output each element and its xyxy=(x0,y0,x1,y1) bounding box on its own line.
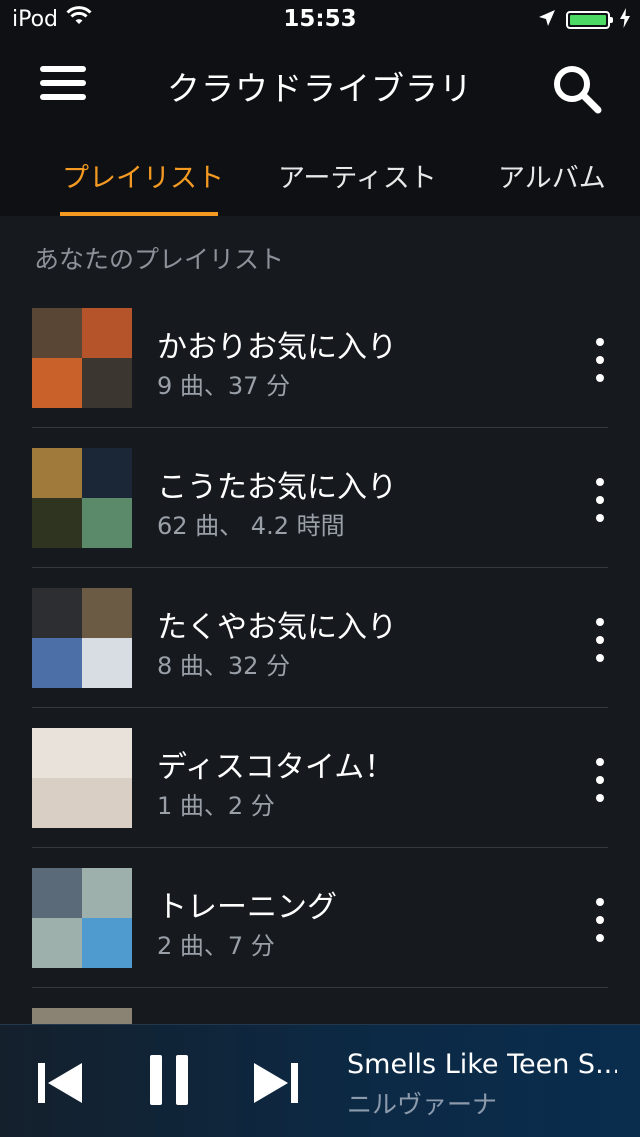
track-title: Smells Like Teen S... xyxy=(347,1049,617,1080)
art-tile xyxy=(32,638,82,688)
pause-icon xyxy=(150,1055,188,1105)
app-header: クラウドライブラリ プレイリスト アーティスト アルバム xyxy=(0,40,640,216)
playlist-info: 8 曲、32 分 xyxy=(157,652,291,680)
art-tile xyxy=(82,308,132,358)
playlist-artwork xyxy=(32,448,132,548)
now-playing-bar[interactable]: Smells Like Teen S... ニルヴァーナ xyxy=(0,1024,640,1137)
tab-artists[interactable]: アーティスト xyxy=(278,156,437,216)
playlist-info: 1 曲、2 分 xyxy=(157,792,275,820)
playlist-info: 62 曲、 4.2 時間 xyxy=(157,512,345,540)
playlist-artwork xyxy=(32,308,132,408)
art-tile xyxy=(82,638,132,688)
search-icon xyxy=(554,66,602,114)
art-tile xyxy=(82,868,132,918)
previous-icon xyxy=(38,1063,82,1103)
more-options-icon[interactable] xyxy=(590,898,610,942)
tab-bar: プレイリスト アーティスト アルバム xyxy=(0,150,640,216)
tab-albums[interactable]: アルバム xyxy=(498,156,606,216)
section-heading: あなたのプレイリスト xyxy=(34,245,285,274)
art-tile xyxy=(82,588,132,638)
playlist-row[interactable]: かおりお気に入り 9 曲、37 分 xyxy=(0,288,640,428)
playlist-info: 2 曲、7 分 xyxy=(157,932,275,960)
playlist-title: トレーニング xyxy=(157,890,337,925)
playlist-title: こうたお気に入り xyxy=(157,470,397,505)
art-tile xyxy=(82,778,132,828)
art-tile xyxy=(32,448,82,498)
playlist-artwork xyxy=(32,588,132,688)
more-options-icon[interactable] xyxy=(590,338,610,382)
active-tab-indicator xyxy=(60,212,218,216)
next-button[interactable] xyxy=(252,1061,300,1109)
track-artist: ニルヴァーナ xyxy=(347,1090,498,1119)
battery-icon xyxy=(566,11,613,29)
art-tile xyxy=(32,308,82,358)
playlist-artwork xyxy=(32,868,132,968)
more-options-icon[interactable] xyxy=(590,758,610,802)
playlist-row[interactable]: たくやお気に入り 8 曲、32 分 xyxy=(0,568,640,708)
art-tile xyxy=(82,728,132,778)
pause-button[interactable] xyxy=(148,1053,190,1111)
art-tile xyxy=(32,778,82,828)
art-tile xyxy=(32,588,82,638)
art-tile xyxy=(32,868,82,918)
location-icon xyxy=(538,9,556,31)
art-tile xyxy=(82,498,132,548)
charging-icon xyxy=(620,8,630,32)
next-icon xyxy=(254,1063,298,1103)
playlist-title: ディスコタイム！ xyxy=(157,750,395,785)
playlist-artwork xyxy=(32,728,132,828)
art-tile xyxy=(32,728,82,778)
more-options-icon[interactable] xyxy=(590,478,610,522)
more-options-icon[interactable] xyxy=(590,618,610,662)
playlist-row[interactable]: こうたお気に入り 62 曲、 4.2 時間 xyxy=(0,428,640,568)
playlist-title: たくやお気に入り xyxy=(157,610,397,645)
art-tile xyxy=(82,448,132,498)
playlist-info: 9 曲、37 分 xyxy=(157,372,291,400)
art-tile xyxy=(82,358,132,408)
art-tile xyxy=(32,358,82,408)
art-tile xyxy=(82,918,132,968)
page-title: クラウドライブラリ xyxy=(167,69,473,108)
art-tile xyxy=(32,498,82,548)
status-right xyxy=(538,8,630,32)
previous-button[interactable] xyxy=(36,1061,84,1109)
tab-playlists[interactable]: プレイリスト xyxy=(62,156,224,216)
status-bar: iPod 15:53 xyxy=(0,0,640,40)
playlist-row[interactable]: トレーニング 2 曲、7 分 xyxy=(0,848,640,988)
playlist-title: かおりお気に入り xyxy=(157,330,397,365)
search-button[interactable] xyxy=(550,62,606,114)
art-tile xyxy=(32,918,82,968)
playlist-row[interactable]: ディスコタイム！ 1 曲、2 分 xyxy=(0,708,640,848)
